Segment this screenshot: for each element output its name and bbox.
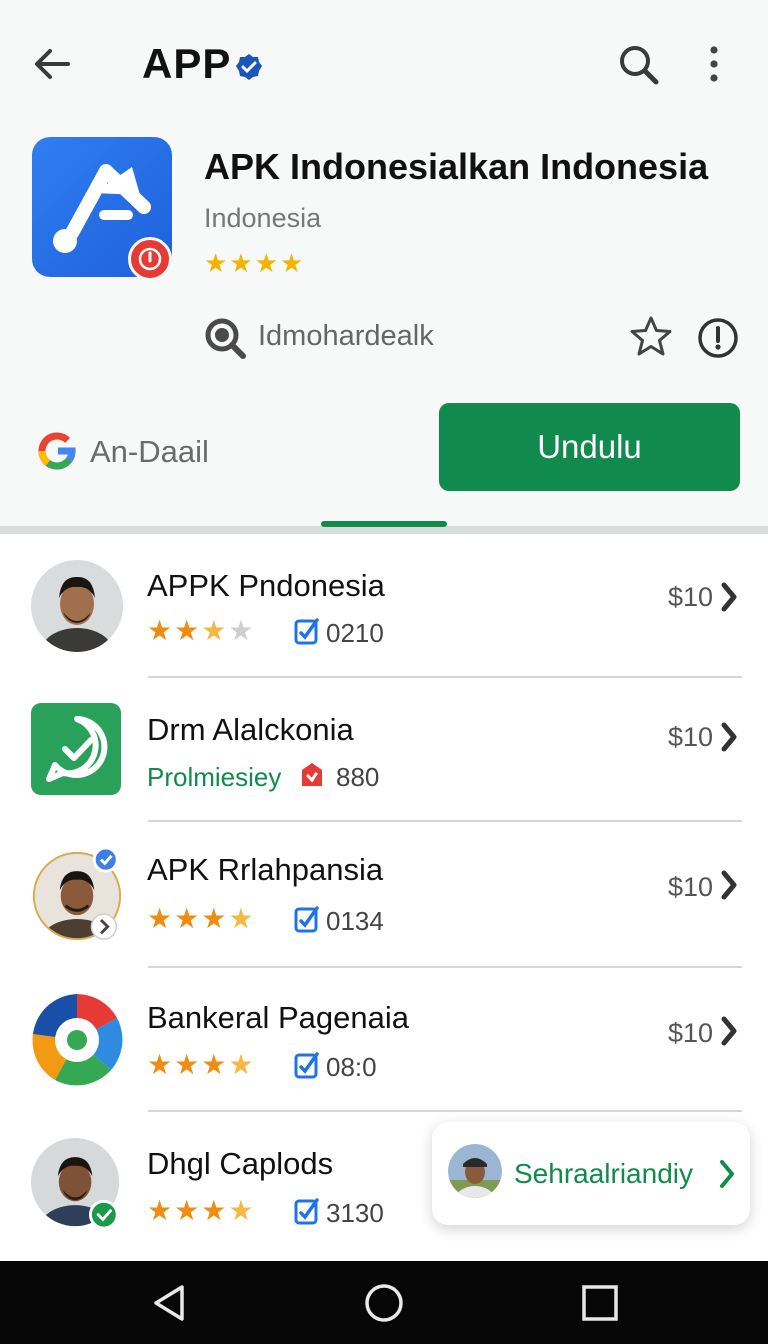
- google-logo-icon: [38, 432, 76, 470]
- list-item-price: $10: [668, 722, 714, 752]
- list-item[interactable]: APK Rrlahpansia ★★★★ 0134 $10: [0, 822, 768, 968]
- list-item-title: APPK Pndonesia: [147, 568, 385, 603]
- chevron-right-icon[interactable]: [716, 868, 740, 902]
- chat-app-icon: [31, 703, 121, 795]
- page-title: APP: [142, 40, 232, 87]
- verified-badge-icon: [236, 54, 262, 80]
- avatar: [448, 1144, 502, 1198]
- list-item-count: 880: [336, 762, 380, 792]
- nav-back-icon[interactable]: [148, 1281, 192, 1325]
- alert-badge-icon: [128, 237, 172, 281]
- nav-home-icon[interactable]: [362, 1281, 406, 1325]
- list-item-price: $10: [668, 872, 714, 902]
- star-outline-icon[interactable]: [628, 314, 674, 360]
- list-item-title: Bankeral Pagenaia: [147, 1000, 409, 1035]
- rating-stars: ★★★★: [147, 615, 256, 646]
- app-rating-stars: ★★★★: [204, 248, 306, 278]
- magnifier-badge-icon: [205, 318, 246, 359]
- avatar: [31, 1138, 120, 1230]
- suggestion-chip[interactable]: Sehraalriandiy: [432, 1122, 750, 1225]
- list-item[interactable]: Bankeral Pagenaia ★★★★ 08:0 $10: [0, 968, 768, 1112]
- avatar: [31, 560, 123, 652]
- list-item-subtitle: Prolmiesiey: [147, 762, 282, 792]
- verified-tag-icon: [294, 906, 319, 933]
- verified-tag-icon: [294, 1198, 319, 1225]
- chevron-right-icon[interactable]: [716, 1014, 740, 1048]
- app-icon: [32, 137, 172, 281]
- rating-stars: ★★★★: [147, 1049, 256, 1080]
- avatar: [32, 846, 122, 941]
- colorful-ring-app-icon: [32, 994, 123, 1086]
- tab-indicator: [321, 521, 447, 527]
- list-item-count: 3130: [326, 1198, 384, 1228]
- list-item[interactable]: APPK Pndonesia ★★★★ 0210 $10: [0, 534, 768, 678]
- list-item-title: Dhgl Caplods: [147, 1146, 334, 1181]
- system-navigation-bar: [0, 1261, 768, 1344]
- list-item-count: 0134: [326, 906, 384, 936]
- list-item-title: Drm Alalckonia: [147, 712, 354, 747]
- developer-link[interactable]: Idmohardealk: [258, 320, 434, 353]
- app-name: APK Indonesialkan Indonesia: [204, 146, 709, 187]
- search-icon[interactable]: [614, 40, 662, 88]
- list-item[interactable]: Drm Alalckonia Prolmiesiey 880 $10: [0, 678, 768, 822]
- chevron-right-icon[interactable]: [716, 580, 740, 614]
- app-developer[interactable]: Indonesia: [204, 203, 321, 234]
- list-item-count: 08:0: [326, 1052, 377, 1082]
- install-button[interactable]: Undulu: [439, 403, 740, 491]
- more-vert-icon[interactable]: [694, 40, 734, 88]
- info-alert-icon[interactable]: [696, 316, 740, 360]
- list-item-title: APK Rrlahpansia: [147, 852, 384, 887]
- back-arrow-icon[interactable]: [28, 40, 76, 88]
- rating-stars: ★★★★: [147, 903, 256, 934]
- top-app-bar: APP: [0, 0, 768, 120]
- verified-tag-icon: [294, 618, 319, 645]
- verified-tag-icon: [294, 1052, 319, 1079]
- suggestion-text: Sehraalriandiy: [514, 1158, 693, 1189]
- nav-recents-icon[interactable]: [578, 1281, 622, 1325]
- list-item-price: $10: [668, 582, 714, 612]
- chevron-right-icon[interactable]: [716, 1156, 738, 1192]
- chevron-right-icon[interactable]: [716, 720, 740, 754]
- tag-icon: [302, 763, 322, 786]
- list-item-count: 0210: [326, 618, 384, 648]
- publisher-label: An-Daail: [90, 434, 209, 469]
- rating-stars: ★★★★: [147, 1195, 256, 1226]
- list-item-price: $10: [668, 1018, 714, 1048]
- section-divider: [0, 526, 768, 534]
